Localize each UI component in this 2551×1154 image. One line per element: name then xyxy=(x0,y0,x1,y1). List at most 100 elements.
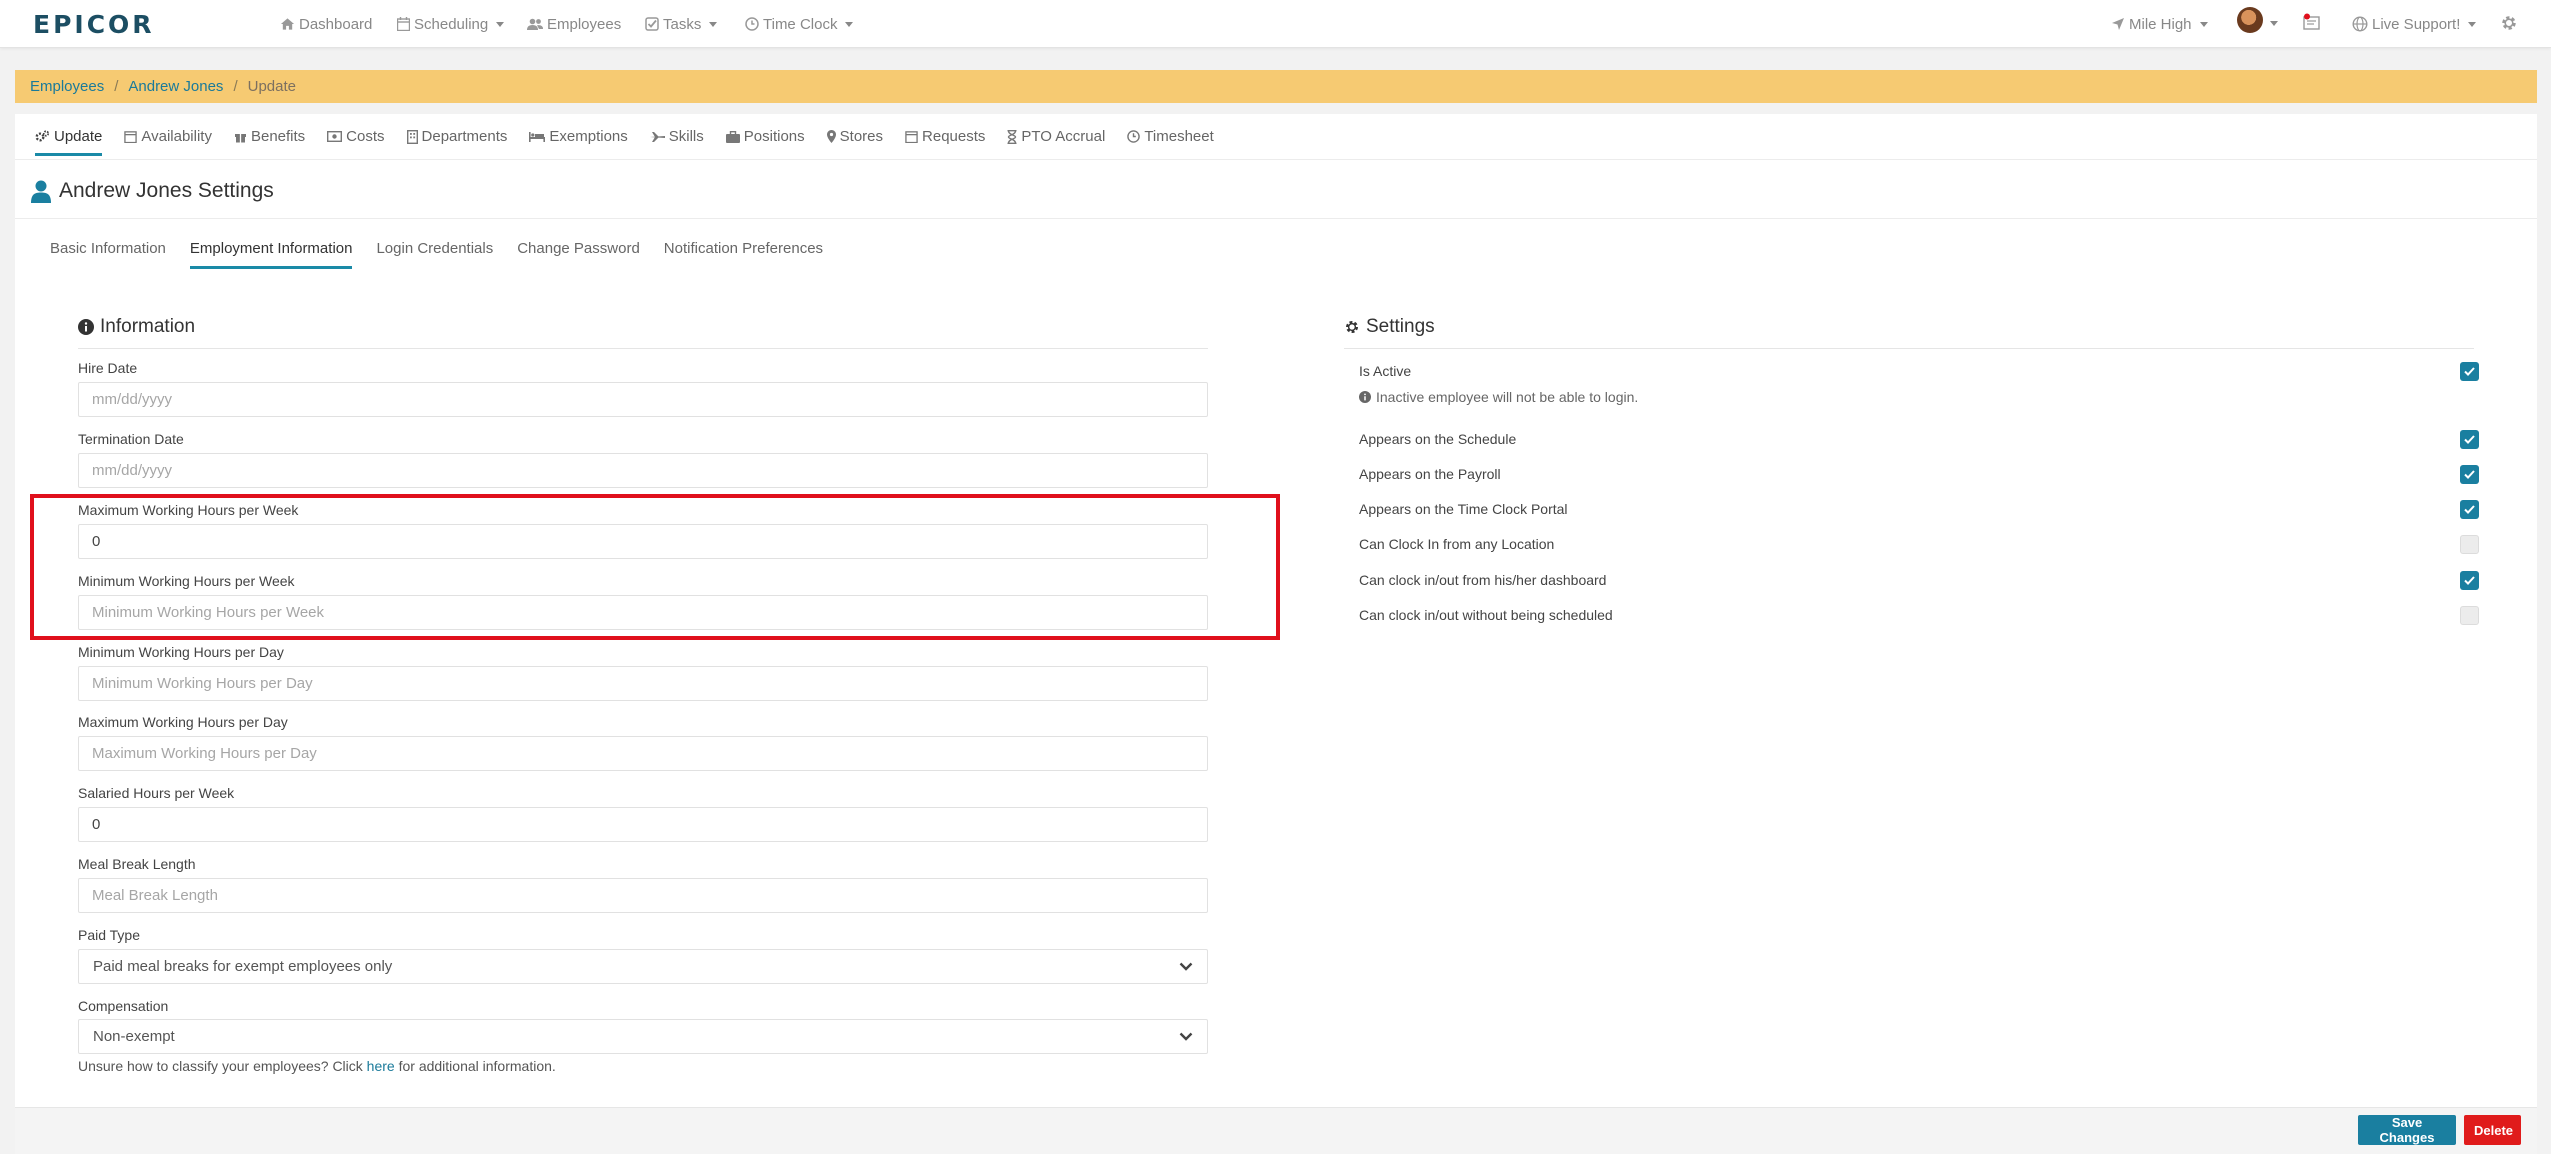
setting-appears-on-payroll-label: Appears on the Payroll xyxy=(1359,466,1501,482)
cogs-icon xyxy=(35,130,50,143)
tab-benefits[interactable]: Benefits xyxy=(234,114,305,160)
hire-date-label: Hire Date xyxy=(78,360,138,376)
location-selector[interactable]: Mile High xyxy=(2111,14,2208,34)
nav-employees[interactable]: Employees xyxy=(527,14,621,34)
breadcrumb-andrew-jones[interactable]: Andrew Jones xyxy=(128,78,223,95)
money-icon xyxy=(327,131,343,142)
setting-is-active[interactable]: Is Active xyxy=(1359,360,2489,382)
building-icon xyxy=(406,129,418,144)
setting-appears-on-schedule-label: Appears on the Schedule xyxy=(1359,431,1517,447)
tab-timesheet[interactable]: Timesheet xyxy=(1127,114,1214,160)
gear-icon[interactable] xyxy=(2500,14,2518,32)
setting-clock-any-location[interactable]: Can Clock In from any Location xyxy=(1359,533,2489,555)
min-hours-day-input[interactable] xyxy=(78,666,1208,701)
tab-departments-label: Departments xyxy=(421,128,508,145)
tab-costs[interactable]: Costs xyxy=(327,114,385,160)
calendar-icon xyxy=(124,130,138,143)
max-hours-week-label: Maximum Working Hours per Week xyxy=(78,502,299,518)
termination-date-input[interactable] xyxy=(78,453,1208,488)
plane-icon xyxy=(649,131,665,143)
tab-timesheet-label: Timesheet xyxy=(1144,128,1214,145)
avatar[interactable] xyxy=(2237,7,2263,33)
setting-appears-on-schedule[interactable]: Appears on the Schedule xyxy=(1359,428,2489,450)
max-hours-week-input[interactable] xyxy=(78,524,1208,559)
user-icon xyxy=(31,180,51,203)
nav-tasks[interactable]: Tasks xyxy=(645,14,718,34)
tab-change-password[interactable]: Change Password xyxy=(517,240,640,269)
clock-icon xyxy=(745,17,759,31)
appears-on-time-clock-checkbox[interactable] xyxy=(2460,499,2479,519)
clock-icon xyxy=(1127,130,1141,143)
bed-icon xyxy=(529,131,546,142)
nav-scheduling-label: Scheduling xyxy=(414,15,489,33)
calendar-icon xyxy=(397,17,410,31)
tab-positions[interactable]: Positions xyxy=(725,114,805,160)
salaried-hours-label: Salaried Hours per Week xyxy=(78,785,235,801)
tab-availability[interactable]: Availability xyxy=(124,114,212,160)
tab-pto-accrual[interactable]: PTO Accrual xyxy=(1007,114,1105,160)
setting-clock-from-dashboard[interactable]: Can clock in/out from his/her dashboard xyxy=(1359,569,2489,591)
settings-heading-text: Settings xyxy=(1366,316,1435,337)
tab-login-credentials[interactable]: Login Credentials xyxy=(376,240,493,269)
setting-is-active-label: Is Active xyxy=(1359,363,1412,379)
messages-icon[interactable] xyxy=(2303,13,2321,31)
compensation-label: Compensation xyxy=(78,998,169,1014)
tab-stores[interactable]: Stores xyxy=(826,114,883,160)
nav-time-clock[interactable]: Time Clock xyxy=(745,14,854,34)
meal-break-input[interactable] xyxy=(78,878,1208,913)
hint-here-link[interactable]: here xyxy=(367,1058,395,1074)
setting-appears-on-time-clock[interactable]: Appears on the Time Clock Portal xyxy=(1359,498,2489,520)
delete-button[interactable]: Delete xyxy=(2464,1115,2521,1145)
epicor-logo[interactable]: EPICOR xyxy=(33,10,155,39)
breadcrumb-separator: / xyxy=(233,78,238,95)
paid-type-select[interactable]: Paid meal breaks for exempt employees on… xyxy=(78,949,1208,984)
nav-dashboard[interactable]: Dashboard xyxy=(280,14,372,34)
tab-employment-information[interactable]: Employment Information xyxy=(189,240,352,269)
chevron-down-icon xyxy=(2199,21,2208,27)
inactive-note-text: Inactive employee will not be able to lo… xyxy=(1376,389,1639,405)
tab-basic-information[interactable]: Basic Information xyxy=(50,240,166,269)
chevron-down-icon xyxy=(1179,1032,1193,1041)
setting-clock-without-schedule[interactable]: Can clock in/out without being scheduled xyxy=(1359,604,2489,626)
breadcrumb-current: Update xyxy=(247,78,296,95)
save-changes-button[interactable]: Save Changes xyxy=(2358,1115,2456,1145)
meal-break-label: Meal Break Length xyxy=(78,856,196,872)
tab-notification-preferences[interactable]: Notification Preferences xyxy=(664,240,823,269)
breadcrumb-separator: / xyxy=(114,78,119,95)
form-footer xyxy=(15,1107,2537,1154)
breadcrumb-employees[interactable]: Employees xyxy=(30,78,104,95)
clock-without-schedule-checkbox[interactable] xyxy=(2460,605,2479,625)
nav-scheduling[interactable]: Scheduling xyxy=(397,14,505,34)
tab-departments[interactable]: Departments xyxy=(406,114,508,160)
appears-on-schedule-checkbox[interactable] xyxy=(2460,429,2479,449)
tab-benefits-label: Benefits xyxy=(250,128,306,145)
page-title: Andrew Jones Settings xyxy=(31,176,274,206)
chevron-down-icon xyxy=(2468,21,2477,27)
chevron-down-icon xyxy=(709,21,718,27)
classification-hint: Unsure how to classify your employees? C… xyxy=(78,1058,556,1074)
page-title-text: Andrew Jones Settings xyxy=(59,179,274,202)
tab-exemptions[interactable]: Exemptions xyxy=(529,114,628,160)
setting-appears-on-payroll[interactable]: Appears on the Payroll xyxy=(1359,463,2489,485)
compensation-value: Non-exempt xyxy=(93,1028,175,1045)
clock-any-location-checkbox[interactable] xyxy=(2460,534,2479,554)
compensation-select[interactable]: Non-exempt xyxy=(78,1019,1208,1054)
chevron-down-icon[interactable] xyxy=(2270,21,2278,26)
max-hours-day-input[interactable] xyxy=(78,736,1208,771)
clock-from-dashboard-checkbox[interactable] xyxy=(2460,570,2479,590)
inactive-note: Inactive employee will not be able to lo… xyxy=(1359,389,1638,405)
salaried-hours-input[interactable] xyxy=(78,807,1208,842)
is-active-checkbox[interactable] xyxy=(2460,361,2479,381)
tab-update[interactable]: Update xyxy=(35,114,103,160)
appears-on-payroll-checkbox[interactable] xyxy=(2460,464,2479,484)
tab-skills[interactable]: Skills xyxy=(649,114,704,160)
top-navbar: EPICOR Dashboard Scheduling Employees Ta… xyxy=(0,0,2551,48)
hint-text-after: for additional information. xyxy=(394,1058,556,1074)
divider xyxy=(15,218,2537,219)
live-support-menu[interactable]: Live Support! xyxy=(2352,14,2477,34)
hire-date-input[interactable] xyxy=(78,382,1208,417)
tab-availability-label: Availability xyxy=(141,128,212,145)
min-hours-week-input[interactable] xyxy=(78,595,1208,630)
nav-tasks-label: Tasks xyxy=(663,15,702,33)
tab-requests[interactable]: Requests xyxy=(905,114,985,160)
